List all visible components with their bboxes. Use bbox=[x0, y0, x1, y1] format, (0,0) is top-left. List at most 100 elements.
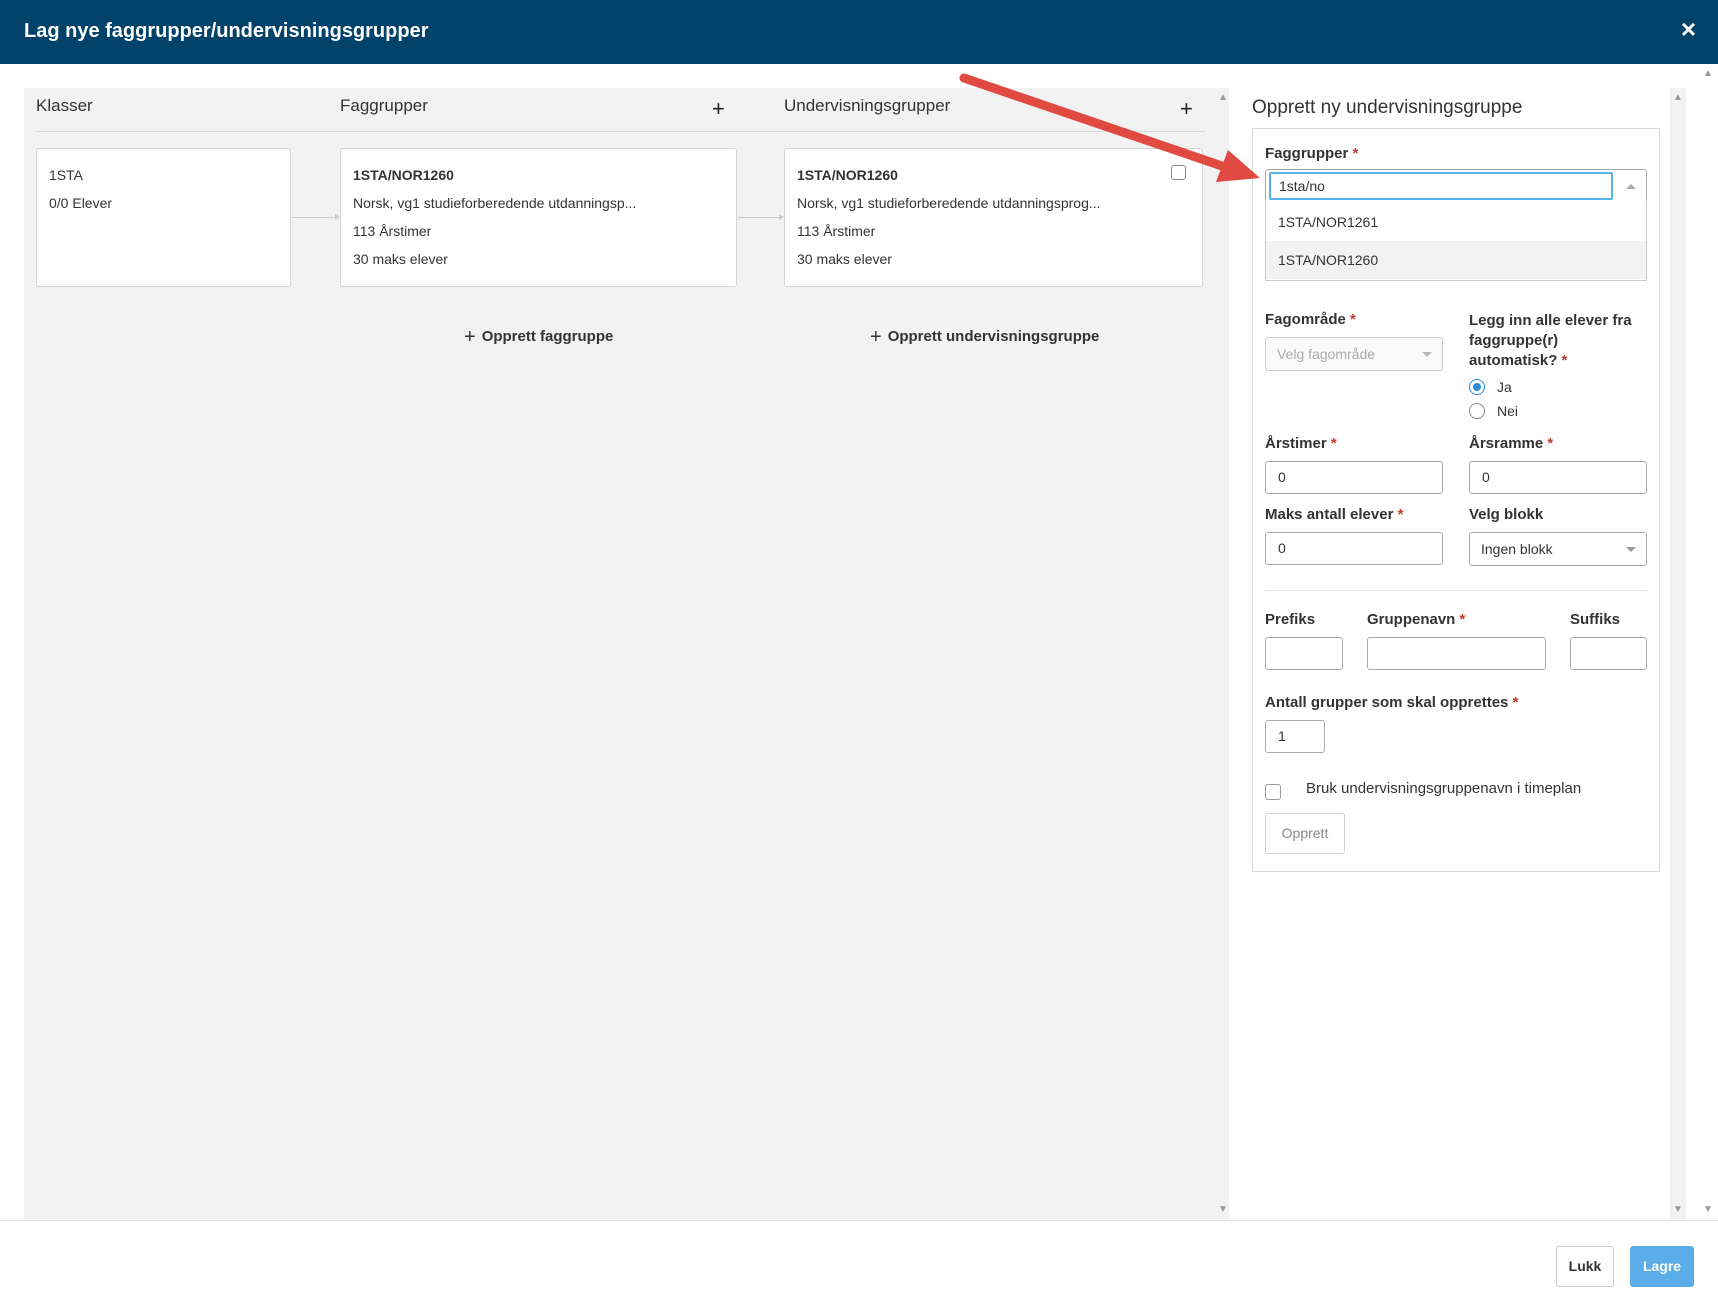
legg-inn-label: Legg inn alle elever fra faggruppe(r) au… bbox=[1469, 311, 1632, 371]
add-faggruppe-plus-icon[interactable]: + bbox=[712, 98, 725, 120]
faggrupper-select[interactable]: 1sta/no bbox=[1265, 169, 1647, 203]
maks-elever-label-text: Maks antall elever bbox=[1265, 506, 1394, 523]
klasse-elever: 0/0 Elever bbox=[49, 195, 113, 211]
faggruppe-arstimer: 113 Årstimer bbox=[353, 223, 432, 239]
column-header-klasser: Klasser bbox=[36, 96, 93, 115]
column-divider bbox=[36, 131, 1205, 132]
faggrupper-label-text: Faggrupper bbox=[1265, 145, 1349, 162]
dialog-title: Lag nye faggrupper/undervisningsgrupper bbox=[24, 20, 429, 42]
faggrupper-option[interactable]: 1STA/NOR1260 bbox=[1266, 241, 1646, 279]
required-mark: * bbox=[1512, 694, 1519, 711]
maks-elever-input[interactable]: 0 bbox=[1265, 532, 1443, 565]
bruk-navn-checkbox[interactable] bbox=[1265, 784, 1281, 800]
faggruppe-code: 1STA/NOR1260 bbox=[353, 167, 454, 183]
velg-blokk-select[interactable]: Ingen blokk bbox=[1469, 532, 1647, 566]
gruppenavn-label-text: Gruppenavn bbox=[1367, 611, 1456, 628]
required-mark: * bbox=[1459, 611, 1466, 628]
klasse-name: 1STA bbox=[49, 167, 83, 183]
scroll-up-icon[interactable]: ▲ bbox=[1218, 92, 1228, 103]
arstimer-label: Årstimer * bbox=[1265, 435, 1337, 452]
group-tree-panel: Klasser Faggrupper + Undervisningsgruppe… bbox=[24, 88, 1229, 1220]
prefiks-input[interactable] bbox=[1265, 637, 1343, 670]
legg-inn-label-line: automatisk? bbox=[1469, 352, 1558, 369]
lagre-button[interactable]: Lagre bbox=[1630, 1246, 1694, 1287]
create-form-panel: Opprett ny undervisningsgruppe Faggruppe… bbox=[1232, 88, 1686, 1220]
lukk-button[interactable]: Lukk bbox=[1556, 1246, 1614, 1287]
column-header-faggrupper: Faggrupper bbox=[340, 96, 428, 115]
faggruppe-maks-elever: 30 maks elever bbox=[353, 251, 448, 267]
scroll-down-icon[interactable]: ▼ bbox=[1218, 1204, 1228, 1215]
velg-blokk-value: Ingen blokk bbox=[1481, 541, 1553, 557]
legg-inn-nei-radio[interactable] bbox=[1469, 403, 1485, 419]
required-mark: * bbox=[1561, 352, 1568, 369]
form-title: Opprett ny undervisningsgruppe bbox=[1252, 97, 1523, 118]
faggrupper-label: Faggrupper * bbox=[1265, 145, 1358, 162]
faggruppe-card[interactable]: 1STA/NOR1260 Norsk, vg1 studieforbereden… bbox=[340, 148, 737, 287]
fagomrade-placeholder: Velg fagområde bbox=[1277, 346, 1376, 362]
antall-grupper-label-text: Antall grupper som skal opprettes bbox=[1265, 694, 1509, 711]
suffiks-input[interactable] bbox=[1570, 637, 1647, 670]
opprett-undervisningsgruppe-label: Opprett undervisningsgruppe bbox=[887, 328, 1100, 345]
add-undervisningsgruppe-plus-icon[interactable]: + bbox=[1180, 98, 1193, 120]
legg-inn-label-line: Legg inn alle elever fra bbox=[1469, 312, 1632, 329]
suffiks-label: Suffiks bbox=[1570, 611, 1621, 628]
arsramme-label: Årsramme * bbox=[1469, 435, 1553, 452]
plus-icon: + bbox=[464, 326, 476, 348]
gruppenavn-input[interactable] bbox=[1367, 637, 1546, 670]
required-mark: * bbox=[1330, 435, 1337, 452]
left-panel-scrollbar[interactable]: ▲ ▼ bbox=[1217, 88, 1229, 1220]
dialog-header: Lag nye faggrupper/undervisningsgrupper … bbox=[0, 0, 1718, 64]
opprett-faggruppe-label: Opprett faggruppe bbox=[481, 328, 614, 345]
undervisningsgruppe-checkbox[interactable] bbox=[1171, 165, 1186, 180]
form-divider bbox=[1265, 590, 1647, 591]
connector-line bbox=[292, 214, 340, 220]
antall-grupper-input[interactable]: 1 bbox=[1265, 720, 1325, 753]
required-mark: * bbox=[1352, 145, 1359, 162]
column-header-undervisningsgrupper: Undervisningsgrupper bbox=[784, 96, 951, 115]
form-panel-scrollbar[interactable]: ▲ ▼ bbox=[1670, 88, 1686, 1220]
scroll-down-icon[interactable]: ▼ bbox=[1673, 1204, 1683, 1215]
undervisningsgruppe-maks-elever: 30 maks elever bbox=[797, 251, 892, 267]
scroll-down-icon[interactable]: ▼ bbox=[1703, 1204, 1713, 1215]
fagomrade-label: Fagområde * bbox=[1265, 311, 1356, 328]
arstimer-label-text: Årstimer bbox=[1265, 435, 1327, 452]
chevron-down-icon bbox=[1626, 547, 1636, 552]
dialog-scrollbar[interactable]: ▲ ▼ bbox=[1700, 64, 1718, 1220]
fagomrade-label-text: Fagområde bbox=[1265, 311, 1346, 328]
arstimer-input[interactable]: 0 bbox=[1265, 461, 1443, 494]
legg-inn-label-line: faggruppe(r) bbox=[1469, 332, 1559, 349]
faggrupper-option[interactable]: 1STA/NOR1261 bbox=[1266, 203, 1646, 241]
undervisningsgruppe-description: Norsk, vg1 studieforberedende utdannings… bbox=[797, 195, 1101, 211]
prefiks-label: Prefiks bbox=[1265, 611, 1316, 628]
arsramme-input[interactable]: 0 bbox=[1469, 461, 1647, 494]
opprett-button[interactable]: Opprett bbox=[1265, 813, 1345, 854]
maks-elever-label: Maks antall elever * bbox=[1265, 506, 1403, 523]
legg-inn-ja-radio[interactable] bbox=[1469, 379, 1485, 395]
required-mark: * bbox=[1397, 506, 1404, 523]
scroll-up-icon[interactable]: ▲ bbox=[1703, 68, 1713, 79]
velg-blokk-label: Velg blokk bbox=[1469, 506, 1544, 523]
antall-grupper-label: Antall grupper som skal opprettes * bbox=[1265, 694, 1518, 711]
klasse-card[interactable]: 1STA 0/0 Elever bbox=[36, 148, 291, 287]
undervisningsgruppe-card[interactable]: 1STA/NOR1260 Norsk, vg1 studieforbereden… bbox=[784, 148, 1203, 287]
create-form: Faggrupper * 1sta/no 1STA/NOR1261 1STA/N… bbox=[1252, 128, 1660, 872]
bruk-navn-label: Bruk undervisningsgruppenavn i timeplan bbox=[1306, 780, 1582, 797]
undervisningsgruppe-code: 1STA/NOR1260 bbox=[797, 167, 898, 183]
faggrupper-dropdown: 1STA/NOR1261 1STA/NOR1260 bbox=[1265, 201, 1647, 281]
dialog-footer: Lukk Lagre bbox=[0, 1220, 1718, 1311]
opprett-undervisningsgruppe-button[interactable]: + Opprett undervisningsgruppe bbox=[870, 324, 1100, 348]
fagomrade-select[interactable]: Velg fagområde bbox=[1265, 337, 1443, 371]
required-mark: * bbox=[1547, 435, 1554, 452]
chevron-up-icon[interactable] bbox=[1626, 184, 1636, 189]
faggrupper-search-input[interactable]: 1sta/no bbox=[1269, 172, 1613, 200]
legg-inn-ja-label: Ja bbox=[1497, 379, 1512, 395]
faggruppe-description: Norsk, vg1 studieforberedende utdannings… bbox=[353, 195, 637, 211]
undervisningsgruppe-arstimer: 113 Årstimer bbox=[797, 223, 876, 239]
close-icon[interactable]: × bbox=[1681, 16, 1696, 42]
legg-inn-nei-label: Nei bbox=[1497, 403, 1519, 419]
scroll-up-icon[interactable]: ▲ bbox=[1673, 92, 1683, 103]
chevron-down-icon bbox=[1422, 352, 1432, 357]
required-mark: * bbox=[1350, 311, 1356, 328]
opprett-faggruppe-button[interactable]: + Opprett faggruppe bbox=[464, 324, 614, 348]
gruppenavn-label: Gruppenavn * bbox=[1367, 611, 1465, 628]
